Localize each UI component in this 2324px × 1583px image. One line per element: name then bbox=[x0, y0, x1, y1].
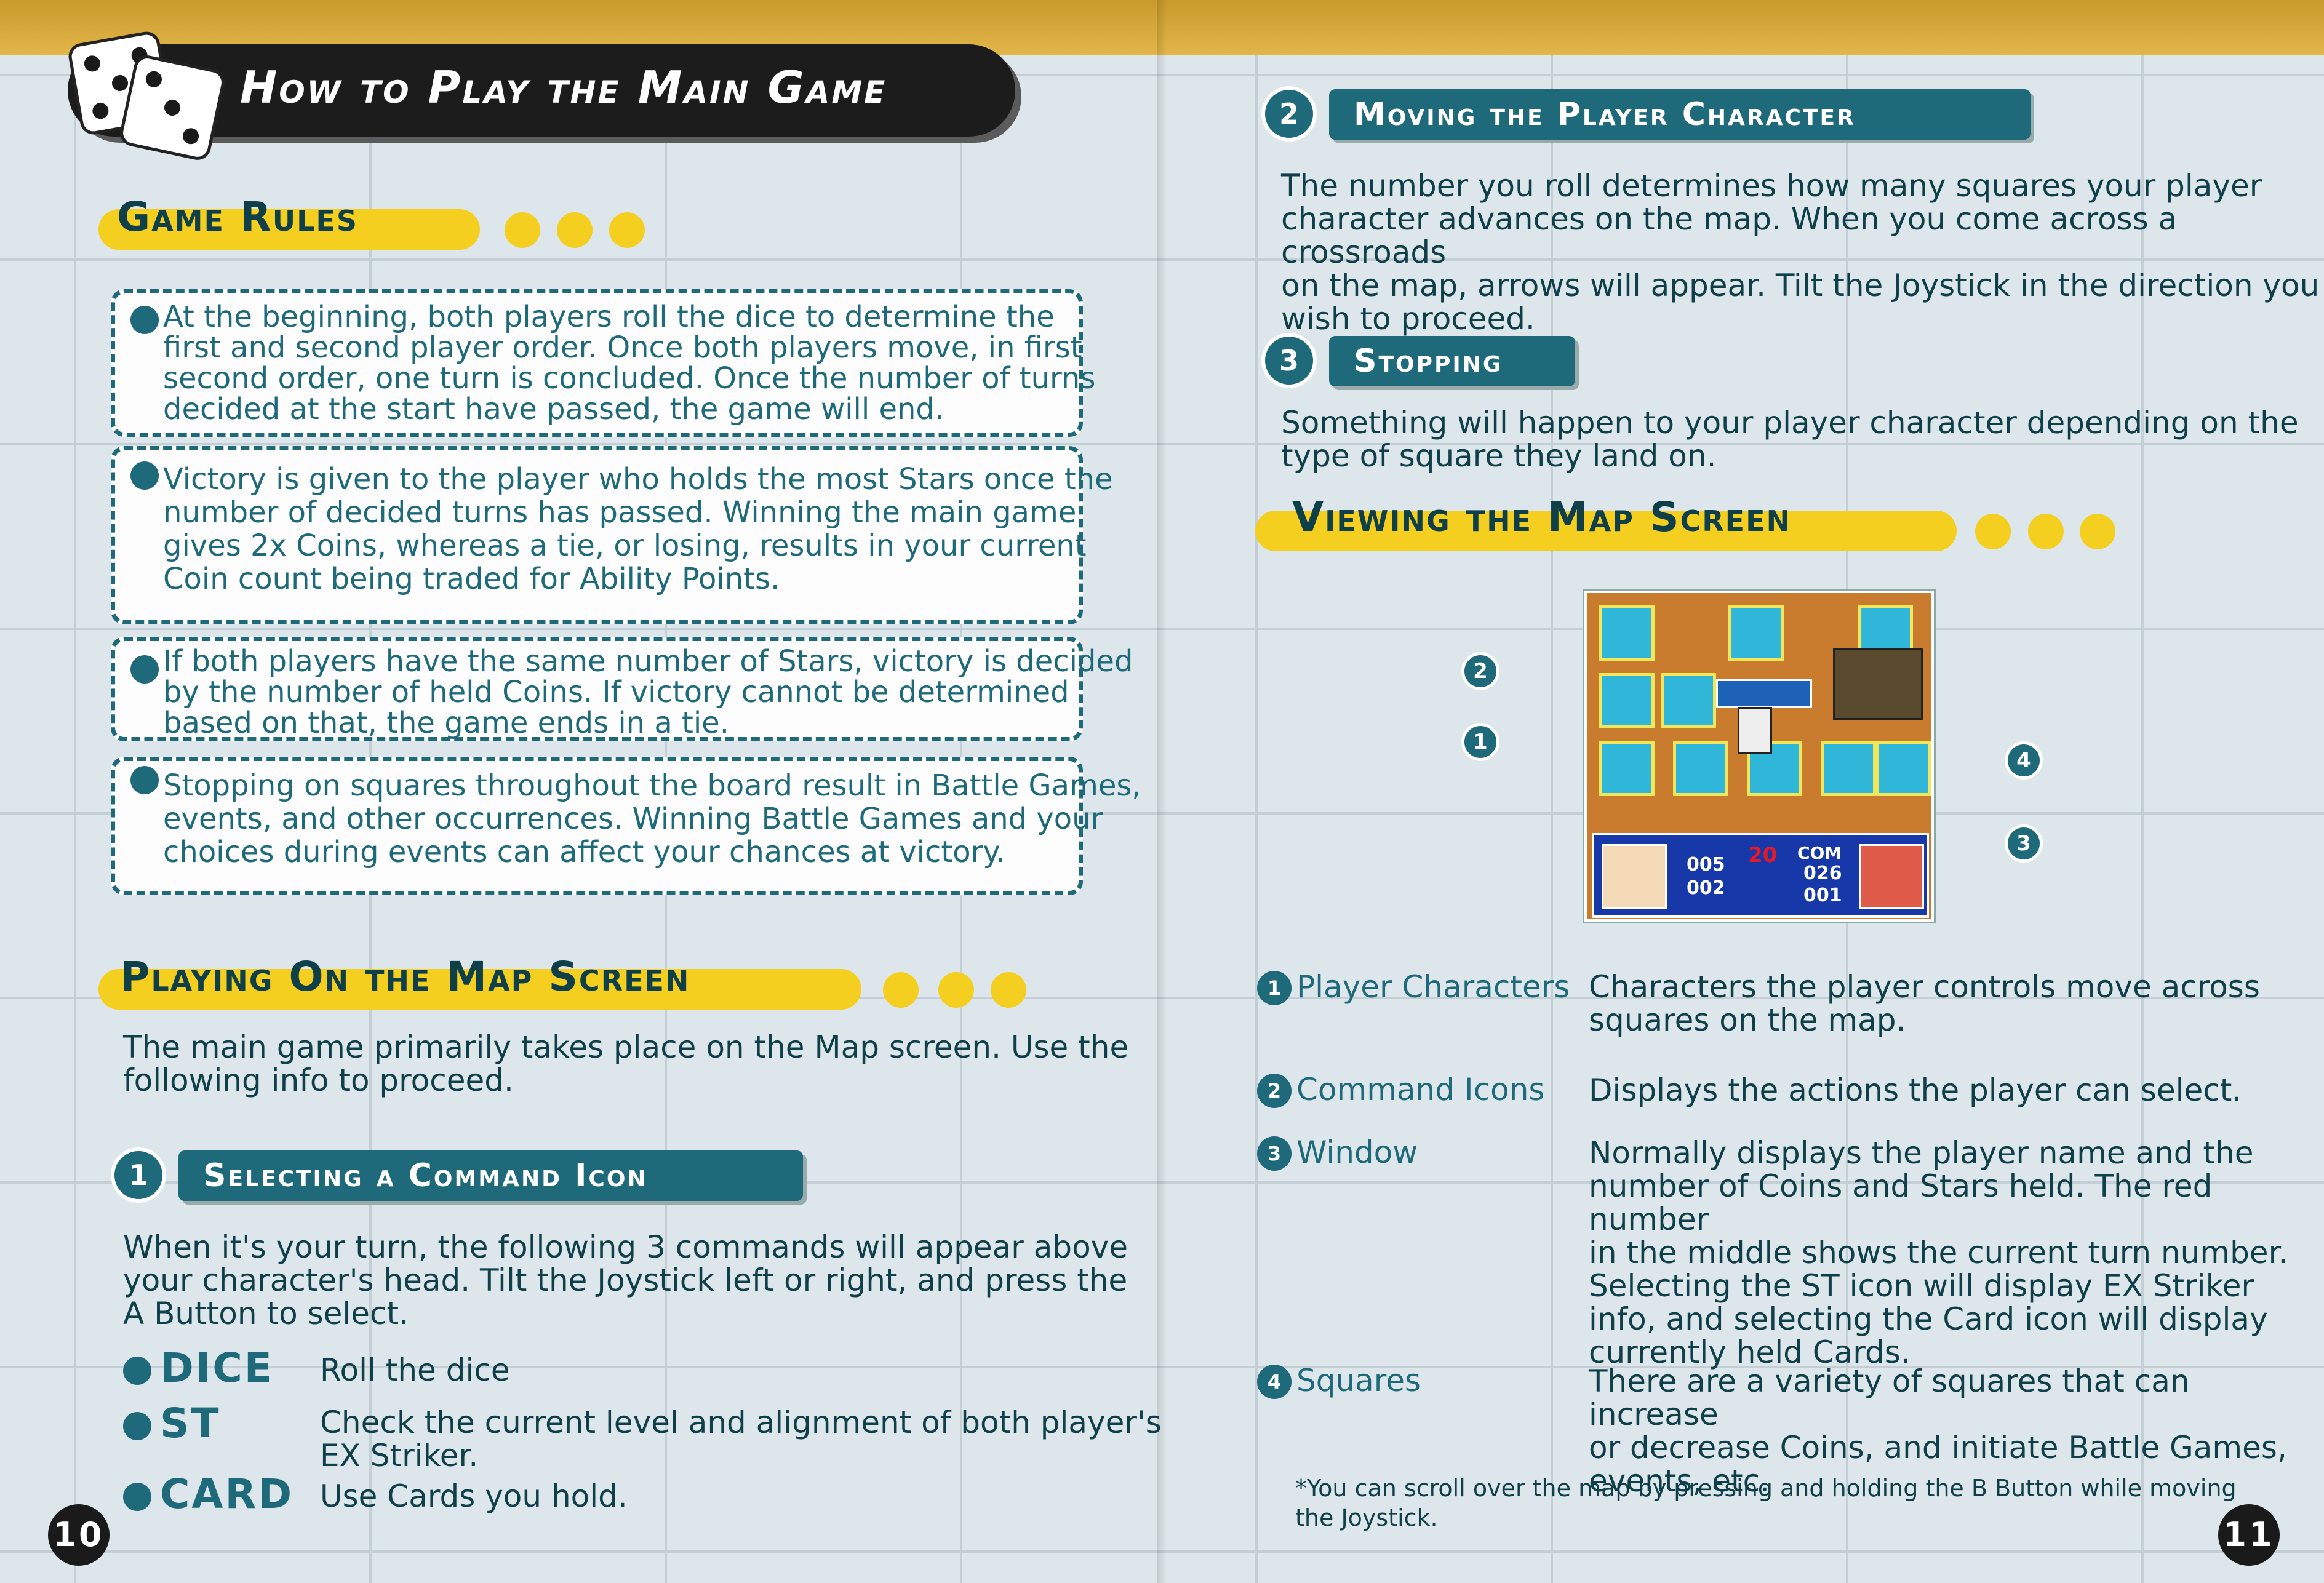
dice-command-desc: Roll the dice bbox=[320, 1352, 510, 1388]
heading-dot bbox=[991, 972, 1026, 1008]
step3-number: 3 bbox=[1261, 333, 1317, 388]
right-player-portrait bbox=[1859, 844, 1924, 909]
dice-command-label: DICE bbox=[160, 1344, 274, 1392]
heading-dot bbox=[883, 972, 919, 1008]
step1-number: 1 bbox=[111, 1147, 166, 1203]
page-number-right: 11 bbox=[2218, 1504, 2280, 1566]
com-label: COM bbox=[1797, 843, 1842, 863]
heading-dot bbox=[2028, 514, 2064, 549]
page-number-left: 10 bbox=[48, 1504, 110, 1566]
rule-text-3: If both players have the same number of … bbox=[163, 644, 1133, 740]
legend-desc-player-characters: Characters the player controls move acro… bbox=[1589, 969, 2260, 1038]
heading-dot bbox=[2080, 514, 2115, 549]
map-intro: The main game primarily takes place on t… bbox=[123, 1029, 1129, 1098]
dice-icon bbox=[66, 30, 227, 162]
page-title: How to Play the Main Game bbox=[240, 62, 887, 113]
rule-text-2: Victory is given to the player who holds… bbox=[163, 462, 1113, 596]
bullet-icon bbox=[123, 1357, 151, 1385]
legend-label-command-icons: Command Icons bbox=[1296, 1072, 1545, 1107]
st-command-label: ST bbox=[160, 1400, 221, 1447]
footnote: *You can scroll over the map by pressing… bbox=[1295, 1475, 2237, 1531]
step2-text: The number you roll determines how many … bbox=[1281, 168, 2320, 337]
bullet-icon bbox=[123, 1412, 151, 1440]
square-tile bbox=[1599, 673, 1655, 728]
heading-dot bbox=[938, 972, 974, 1008]
legend-label-window: Window bbox=[1296, 1134, 1418, 1170]
marker-window: 3 bbox=[2005, 824, 2043, 863]
step1-text: When it's your turn, the following 3 com… bbox=[123, 1229, 1128, 1331]
heading-dot bbox=[609, 212, 645, 248]
step1-title: Selecting a Command Icon bbox=[203, 1157, 648, 1194]
turn-number: 20 bbox=[1748, 843, 1778, 867]
square-tile bbox=[1673, 741, 1728, 796]
legend-marker-3: 3 bbox=[1257, 1136, 1292, 1171]
marker-player-characters: 1 bbox=[1461, 723, 1499, 761]
st-command-desc: Check the current level and alignment of… bbox=[320, 1405, 1162, 1473]
square-tile bbox=[1661, 673, 1716, 728]
bullet-icon bbox=[130, 306, 159, 334]
left-player-portrait bbox=[1602, 844, 1667, 909]
hud-window: 005 002 20 COM 026 001 bbox=[1592, 833, 1929, 918]
heading-dot bbox=[557, 212, 593, 248]
rule-text-1: At the beginning, both players roll the … bbox=[163, 300, 1096, 426]
bullet-icon bbox=[130, 655, 159, 684]
marker-command-icons: 2 bbox=[1461, 652, 1499, 690]
game-rules-heading: Game Rules bbox=[117, 193, 358, 241]
map-heading: Playing On the Map Screen bbox=[120, 953, 690, 1000]
square-tile bbox=[1821, 741, 1876, 796]
rule-text-4: Stopping on squares throughout the board… bbox=[163, 768, 1141, 869]
bullet-icon bbox=[130, 461, 159, 490]
right-star-count: 001 bbox=[1803, 885, 1842, 906]
command-icons bbox=[1716, 679, 1812, 708]
marker-squares: 4 bbox=[2005, 741, 2043, 780]
right-coin-count: 026 bbox=[1803, 863, 1842, 884]
viewing-heading: Viewing the Map Screen bbox=[1292, 493, 1792, 541]
legend-label-player-characters: Player Characters bbox=[1296, 969, 1570, 1005]
bullet-icon bbox=[130, 766, 159, 794]
heading-dot bbox=[505, 212, 540, 248]
square-tile bbox=[1599, 605, 1655, 661]
step2-number: 2 bbox=[1261, 86, 1317, 142]
left-star-count: 002 bbox=[1687, 877, 1725, 899]
left-coin-count: 005 bbox=[1687, 854, 1725, 875]
card-command-label: CARD bbox=[160, 1470, 294, 1518]
legend-desc-window: Normally displays the player name and th… bbox=[1589, 1135, 2288, 1370]
legend-desc-command-icons: Displays the actions the player can sele… bbox=[1589, 1072, 2242, 1108]
player-character bbox=[1738, 707, 1772, 754]
step3-text: Something will happen to your player cha… bbox=[1281, 405, 2299, 474]
map-screenshot: 005 002 20 COM 026 001 bbox=[1584, 591, 1934, 922]
step2-title: Moving the Player Character bbox=[1354, 96, 1856, 133]
legend-marker-1: 1 bbox=[1257, 971, 1292, 1005]
square-tile bbox=[1728, 605, 1784, 661]
legend-marker-2: 2 bbox=[1257, 1074, 1292, 1108]
building bbox=[1833, 648, 1923, 720]
legend-label-squares: Squares bbox=[1296, 1363, 1421, 1398]
square-tile bbox=[1599, 741, 1655, 796]
square-tile bbox=[1876, 741, 1931, 796]
book-spine bbox=[1157, 0, 1167, 1583]
bullet-icon bbox=[123, 1483, 151, 1511]
heading-dot bbox=[1975, 514, 2011, 549]
card-command-desc: Use Cards you hold. bbox=[320, 1478, 628, 1514]
step3-title: Stopping bbox=[1354, 343, 1503, 380]
legend-marker-4: 4 bbox=[1257, 1365, 1292, 1399]
